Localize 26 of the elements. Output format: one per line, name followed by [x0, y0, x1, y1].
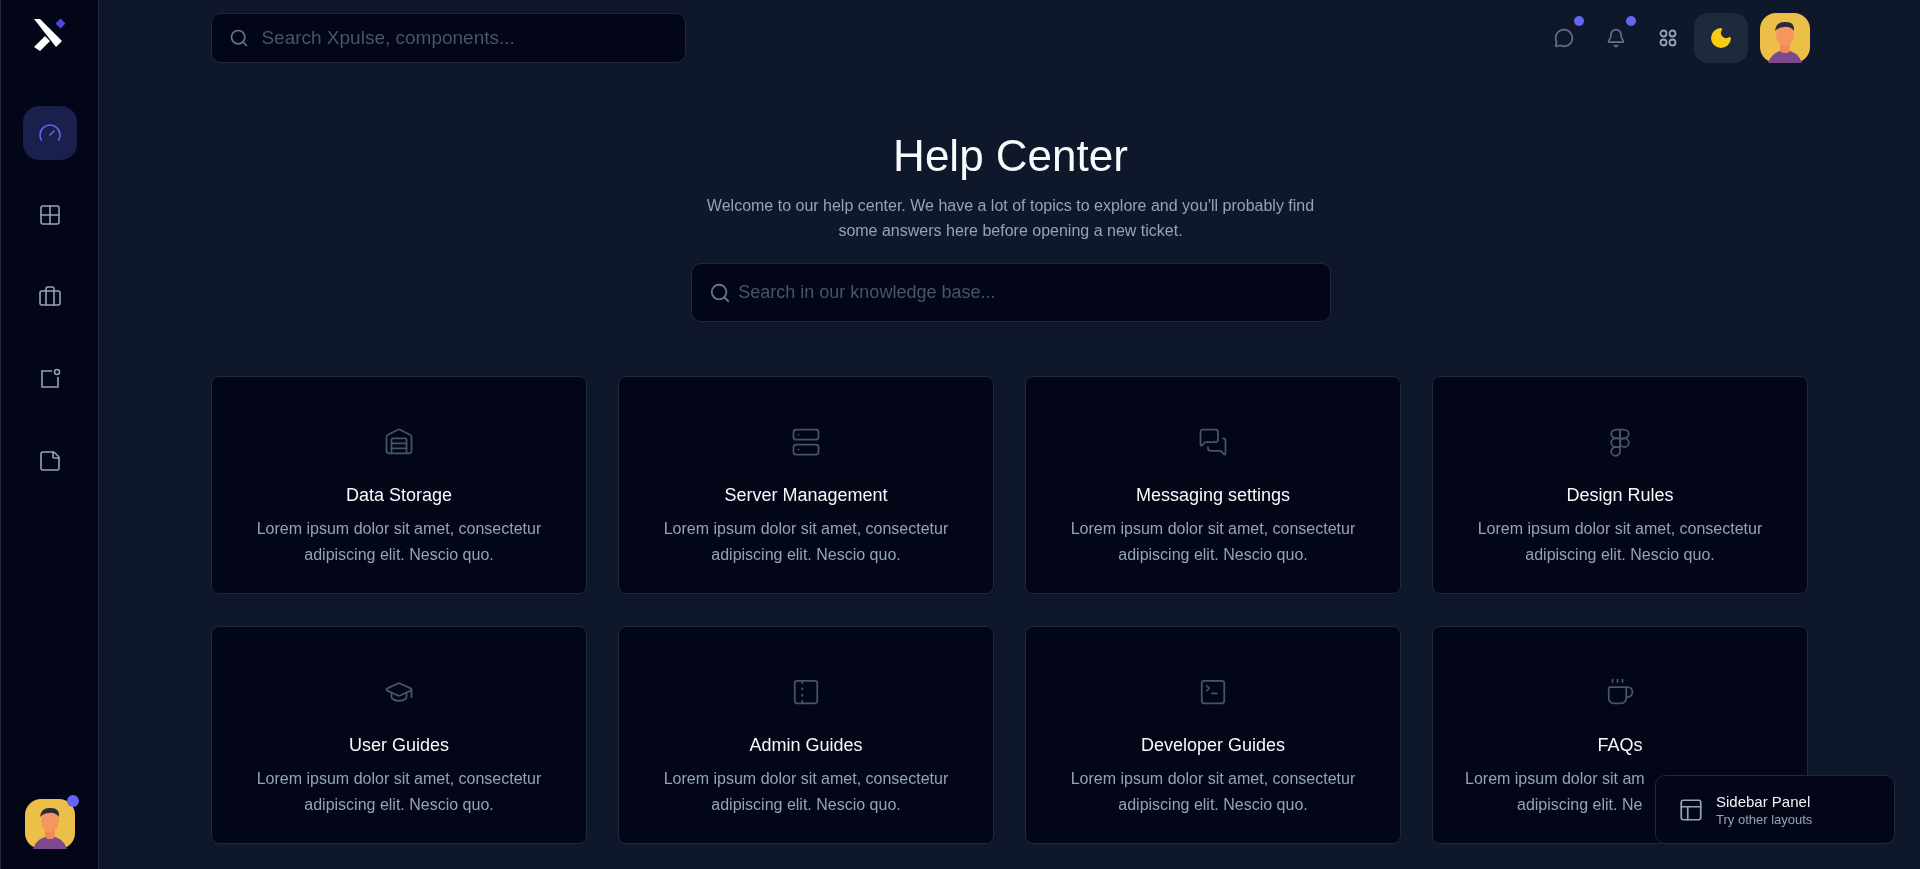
page-subtitle: Welcome to our help center. We have a lot of topics to explore and you'll probably find some answers here before opening a new ticket. — [705, 196, 1316, 241]
card-description: Lorem ipsum dolor sit am — [1465, 769, 1645, 789]
card-description: Lorem ipsum dolor sit amet, consectetur — [663, 519, 949, 539]
card-title: Messaging settings — [1135, 485, 1291, 506]
card-description: adipiscing elit. Nescio quo. — [711, 545, 901, 565]
card-description: adipiscing elit. Nescio quo. — [711, 795, 901, 815]
card-description: Lorem ipsum dolor sit amet, consectetur — [1070, 519, 1356, 539]
card-title: Design Rules — [1566, 485, 1674, 506]
card-description: Lorem ipsum dolor sit amet, consectetur — [256, 519, 542, 539]
card-title: Developer Guides — [1140, 735, 1286, 756]
card-title: Admin Guides — [749, 735, 863, 756]
card-description: Lorem ipsum dolor sit amet, consectetur — [1477, 519, 1763, 539]
card-title: Server Management — [724, 485, 888, 506]
card-description: adipiscing elit. Nescio quo. — [1525, 545, 1715, 565]
card-title: User Guides — [348, 735, 449, 756]
card-description: Lorem ipsum dolor sit amet, consectetur — [1070, 769, 1356, 789]
card-description: Lorem ipsum dolor sit amet, consectetur — [663, 769, 949, 789]
card-description: adipiscing elit. Ne — [1517, 795, 1643, 815]
card-title: Data Storage — [345, 485, 453, 506]
card-description: adipiscing elit. Nescio quo. — [1118, 795, 1308, 815]
card-description: Lorem ipsum dolor sit amet, consectetur — [256, 769, 542, 789]
card-description: adipiscing elit. Nescio quo. — [1118, 545, 1308, 565]
card-title: FAQs — [1597, 735, 1643, 756]
page-title: Help Center — [893, 131, 1128, 181]
card-description: adipiscing elit. Nescio quo. — [304, 795, 494, 815]
card-description: adipiscing elit. Nescio quo. — [304, 545, 494, 565]
